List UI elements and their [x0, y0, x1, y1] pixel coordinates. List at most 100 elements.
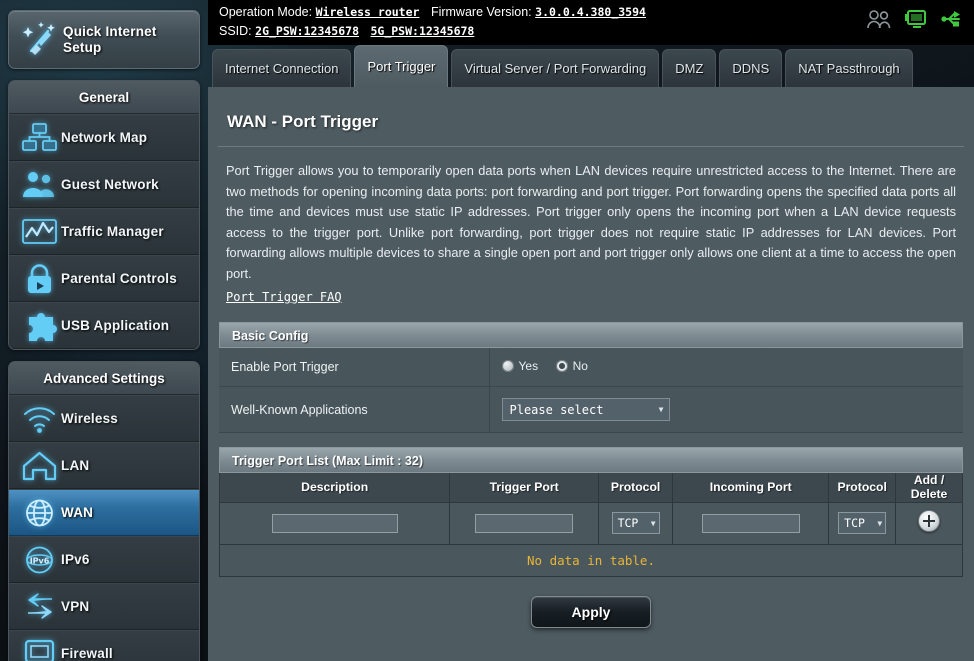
well-known-applications-selected-value: Please select: [509, 402, 604, 417]
sidebar-item-firewall[interactable]: Firewall: [9, 630, 199, 661]
status-icons: [866, 8, 966, 30]
sidebar-item-label: Firewall: [61, 646, 113, 661]
sidebar-item-usb-application[interactable]: USB Application: [9, 302, 199, 349]
guest-network-icon: [19, 168, 61, 202]
cell-trigger-protocol: TCP ▼: [597, 501, 674, 545]
sidebar-group-general: General Network Map Guest Network Traffi…: [8, 80, 200, 350]
sidebar-item-vpn[interactable]: VPN: [9, 583, 199, 630]
trigger-protocol-value: TCP: [617, 516, 639, 530]
radio-yes-label: Yes: [518, 359, 539, 373]
svg-text:IPv6: IPv6: [30, 556, 50, 565]
incoming-protocol-select[interactable]: TCP ▼: [838, 512, 887, 534]
radio-no-dot: [555, 360, 568, 372]
cell-incoming-port: [672, 501, 830, 545]
monitor-screen-icon[interactable]: [903, 8, 929, 30]
chevron-down-icon: ▼: [877, 518, 883, 528]
sidebar-item-label: Guest Network: [61, 177, 159, 192]
router-admin-page: Quick Internet Setup General Network Map…: [0, 0, 974, 661]
home-icon: [19, 449, 61, 483]
enable-port-trigger-label: Enable Port Trigger: [219, 348, 490, 387]
operation-mode-value[interactable]: Wireless router: [316, 5, 420, 19]
usb-icon[interactable]: [940, 8, 966, 30]
radio-yes[interactable]: Yes: [501, 359, 539, 373]
sidebar-group-advanced-title: Advanced Settings: [9, 362, 199, 395]
top-status-bar: Operation Mode: Wireless router Firmware…: [208, 0, 974, 45]
sidebar-item-ipv6[interactable]: IPv6 IPv6: [9, 536, 199, 583]
plus-circle-icon[interactable]: [918, 509, 941, 532]
sidebar-group-general-title: General: [9, 81, 199, 114]
well-known-applications-select[interactable]: Please select ▼: [501, 398, 670, 421]
cell-incoming-protocol: TCP ▼: [828, 501, 897, 545]
cell-trigger-port: [449, 501, 599, 545]
table-row: TCP ▼ TCP ▼: [218, 501, 963, 545]
sidebar-item-label: USB Application: [61, 318, 170, 333]
column-header-protocol-trigger: Protocol: [597, 473, 674, 503]
port-trigger-faq-link[interactable]: Port Trigger FAQ: [226, 290, 342, 304]
basic-config-section-title: Basic Config: [219, 322, 963, 348]
chevron-down-icon: ▼: [658, 405, 664, 414]
incoming-port-input[interactable]: [701, 513, 800, 533]
column-header-protocol-incoming: Protocol: [828, 473, 897, 503]
sidebar-item-network-map[interactable]: Network Map: [9, 114, 199, 161]
description-input[interactable]: [271, 513, 398, 533]
well-known-applications-value: Please select ▼: [489, 386, 963, 433]
chevron-down-icon: ▼: [650, 518, 656, 528]
firmware-version-value[interactable]: 3.0.0.4.380_3594: [535, 5, 646, 19]
page-description: Port Trigger allows you to temporarily o…: [226, 163, 956, 281]
column-header-incoming-port: Incoming Port: [672, 473, 830, 503]
quick-internet-setup-button[interactable]: Quick Internet Setup: [8, 10, 200, 69]
sidebar: Quick Internet Setup General Network Map…: [0, 0, 208, 661]
basic-config-table: Enable Port Trigger Yes No Well-Known Ap…: [219, 348, 963, 433]
trigger-protocol-select[interactable]: TCP ▼: [611, 512, 660, 534]
ssid-5g-value[interactable]: 5G_PSW:12345678: [370, 24, 474, 38]
apply-button[interactable]: Apply: [531, 595, 651, 628]
trigger-port-list-section-title: Trigger Port List (Max Limit : 32): [219, 447, 963, 473]
clients-users-icon[interactable]: [866, 8, 892, 30]
column-header-description: Description: [218, 473, 451, 503]
tab-port-trigger[interactable]: Port Trigger: [354, 45, 449, 87]
network-map-icon: [19, 121, 61, 155]
tab-bar: Internet Connection Port Trigger Virtual…: [208, 45, 974, 87]
cell-description: [218, 501, 451, 545]
apply-button-wrap: Apply: [218, 595, 964, 628]
tab-virtual-server-port-forwarding[interactable]: Virtual Server / Port Forwarding: [451, 49, 660, 87]
wifi-icon: [19, 402, 61, 436]
sidebar-group-advanced-settings: Advanced Settings Wireless LAN WAN IPv6 …: [8, 361, 200, 661]
radio-yes-dot: [501, 360, 514, 372]
empty-table-message: No data in table.: [219, 544, 963, 577]
ipv6-globe-icon: IPv6: [19, 543, 61, 577]
radio-no-label: No: [572, 359, 588, 373]
sidebar-item-label: Traffic Manager: [61, 224, 164, 239]
magic-wand-icon: [17, 18, 63, 62]
sidebar-item-parental-controls[interactable]: Parental Controls: [9, 255, 199, 302]
sidebar-item-traffic-manager[interactable]: Traffic Manager: [9, 208, 199, 255]
sidebar-item-wireless[interactable]: Wireless: [9, 395, 199, 442]
tab-ddns[interactable]: DDNS: [719, 49, 783, 87]
sidebar-item-label: Wireless: [61, 411, 119, 426]
quick-internet-setup-label: Quick Internet Setup: [63, 23, 157, 55]
incoming-protocol-value: TCP: [844, 516, 865, 530]
table-row: Well-Known Applications Please select ▼: [219, 386, 963, 433]
sidebar-item-lan[interactable]: LAN: [9, 442, 199, 489]
tab-internet-connection[interactable]: Internet Connection: [212, 49, 352, 87]
well-known-applications-label: Well-Known Applications: [219, 386, 490, 433]
lock-icon: [19, 262, 61, 296]
column-header-add-delete: Add / Delete: [895, 473, 963, 503]
firewall-icon: [19, 637, 61, 661]
ssid-2g-value[interactable]: 2G_PSW:12345678: [255, 24, 359, 38]
operation-mode-label: Operation Mode:: [219, 5, 313, 19]
sidebar-item-guest-network[interactable]: Guest Network: [9, 161, 199, 208]
cell-add-delete: [895, 501, 963, 545]
radio-no[interactable]: No: [555, 359, 588, 373]
tab-nat-passthrough[interactable]: NAT Passthrough: [785, 49, 913, 87]
sidebar-item-label: VPN: [61, 599, 90, 614]
sidebar-item-wan[interactable]: WAN: [9, 489, 199, 536]
traffic-manager-icon: [19, 215, 61, 249]
table-header-row: Description Trigger Port Protocol Incomi…: [218, 473, 963, 503]
sidebar-item-label: LAN: [61, 458, 90, 473]
sidebar-item-label: Parental Controls: [61, 271, 177, 286]
sidebar-item-label: Network Map: [61, 130, 148, 145]
globe-icon: [19, 496, 61, 530]
trigger-port-input[interactable]: [475, 513, 574, 533]
tab-dmz[interactable]: DMZ: [662, 49, 717, 87]
